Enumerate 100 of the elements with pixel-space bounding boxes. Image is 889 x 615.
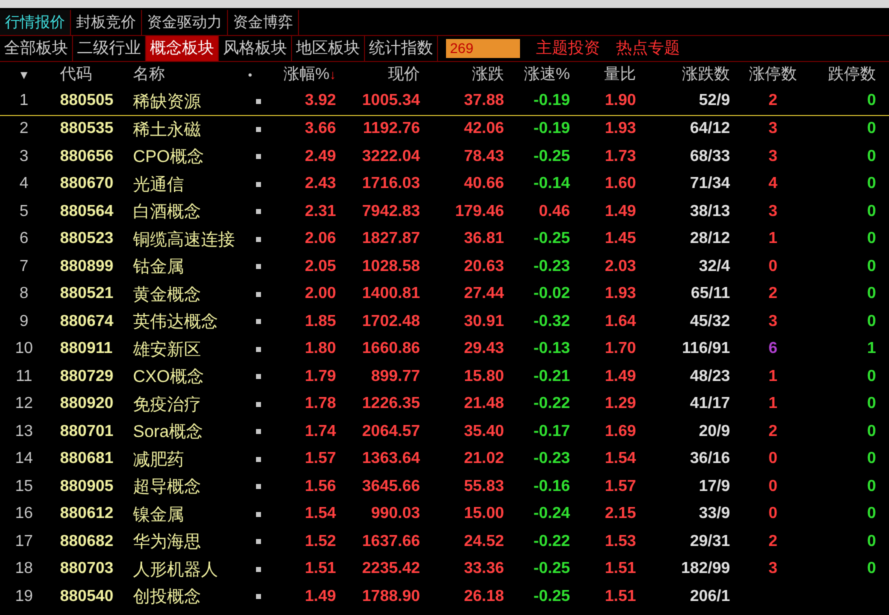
table-row[interactable]: 16 880612 镍金属 1.54 990.03 15.00 -0.24 2.15 33/9 0 0 bbox=[0, 500, 889, 528]
table-row[interactable]: 4 880670 光通信 2.43 1716.03 40.66 -0.14 1.60 71/34 4 0 bbox=[0, 170, 889, 198]
table-cell-text: 3 bbox=[768, 559, 778, 580]
topic-link[interactable]: 热点专题 bbox=[616, 36, 680, 60]
top-tab[interactable]: 资金驱动力 bbox=[142, 10, 228, 35]
category-tab[interactable]: 全部板块 bbox=[0, 36, 73, 61]
sector-code: 880523 bbox=[59, 229, 114, 250]
table-cell-text: -0.13 bbox=[532, 339, 570, 360]
table-cell-text: 1.70 bbox=[604, 339, 636, 360]
top-tab[interactable]: 封板竞价 bbox=[71, 10, 142, 35]
table-cell-text: 0 bbox=[866, 394, 876, 414]
table-cell-text: 2.05 bbox=[304, 256, 336, 277]
marker-icon bbox=[256, 402, 260, 407]
table-cell-text: -0.19 bbox=[532, 91, 570, 112]
table-cell-text: 1028.58 bbox=[361, 256, 420, 277]
column-header: 涨跌数 bbox=[681, 65, 731, 85]
table-cell-text: 1.85 bbox=[304, 312, 336, 332]
table-cell-text: 1.52 bbox=[304, 532, 336, 552]
marker-icon bbox=[256, 209, 260, 214]
table-cell-text: 182/99 bbox=[680, 559, 731, 580]
table-row[interactable]: 9 880674 英伟达概念 1.85 1702.48 30.91 -0.32 1.64 45/32 3 0 bbox=[0, 308, 889, 336]
table-cell-text: 1.53 bbox=[604, 532, 636, 552]
table-row[interactable]: 15 880905 超导概念 1.56 3645.66 55.83 -0.16 1.57 17/9 0 0 bbox=[0, 473, 889, 500]
table-cell-text: 0 bbox=[768, 449, 778, 470]
table-cell-text: 1.51 bbox=[604, 586, 636, 607]
table-cell-text: 42.06 bbox=[462, 119, 504, 140]
sort-indicator: ↓ bbox=[330, 66, 336, 84]
table-row[interactable]: 5 880564 白酒概念 2.31 7942.83 179.46 0.46 1.49 38/13 3 0 bbox=[0, 198, 889, 226]
table-cell-text: 41/17 bbox=[688, 394, 731, 414]
row-number: 16 bbox=[14, 504, 34, 524]
table-cell-text: 65/11 bbox=[690, 284, 731, 304]
row-number: 6 bbox=[18, 229, 30, 250]
table-cell-text: -0.22 bbox=[532, 394, 570, 414]
table-cell-text: 52/9 bbox=[698, 91, 731, 112]
table-cell-text: 0.46 bbox=[538, 202, 570, 222]
table-cell-text: -0.25 bbox=[532, 146, 570, 167]
table-cell-text: 0 bbox=[866, 532, 876, 552]
row-number: 9 bbox=[18, 312, 30, 332]
marker-icon bbox=[256, 236, 260, 242]
table-cell-text: 15.80 bbox=[462, 366, 504, 387]
category-tab[interactable]: 地区板块 bbox=[292, 36, 365, 61]
table-row[interactable]: 19 880540 创投概念 1.49 1788.90 26.18 -0.25 1.51 206/1 bbox=[0, 583, 889, 610]
table-row[interactable]: 10 880911 雄安新区 1.80 1660.86 29.43 -0.13 1.70 116/91 6 1 bbox=[0, 336, 889, 363]
row-number: 3 bbox=[18, 146, 30, 167]
table-row[interactable]: 2 880535 稀土永磁 3.66 1192.76 42.06 -0.19 1.93 64/12 3 0 bbox=[0, 116, 889, 143]
sector-name: 黄金概念 bbox=[132, 284, 202, 306]
table-cell-text: 6 bbox=[768, 339, 778, 360]
table-row[interactable]: 11 880729 CXO概念 1.79 899.77 15.80 -0.21 1.49 48/23 1 0 bbox=[0, 363, 889, 390]
table-row[interactable]: 17 880682 华为海思 1.52 1637.66 24.52 -0.22 1.53 29/31 2 0 bbox=[0, 528, 889, 556]
table-cell-text: 0 bbox=[768, 504, 778, 524]
category-tab[interactable]: 风格板块 bbox=[219, 36, 292, 61]
table-row[interactable]: 18 880703 人形机器人 1.51 2235.42 33.36 -0.25 1.51 182/99 3 0 bbox=[0, 556, 889, 583]
table-cell-text: 1.93 bbox=[604, 119, 636, 140]
table-cell-text: 1.56 bbox=[304, 476, 336, 497]
table-row[interactable]: 8 880521 黄金概念 2.00 1400.81 27.44 -0.02 1.93 65/11 2 0 bbox=[0, 280, 889, 308]
category-tab[interactable]: 概念板块 bbox=[146, 36, 219, 61]
table-cell-text: 0 bbox=[866, 366, 876, 387]
table-row[interactable]: 12 880920 免疫治疗 1.78 1226.35 21.48 -0.22 1.29 41/17 1 0 bbox=[0, 390, 889, 418]
table-cell-text: 1.93 bbox=[604, 284, 636, 304]
table-cell-text: 2.31 bbox=[304, 202, 336, 222]
table-cell-text: 0 bbox=[866, 312, 876, 332]
marker-icon bbox=[256, 154, 260, 160]
table-cell-text: 1.45 bbox=[604, 229, 636, 250]
table-cell-text: -0.25 bbox=[532, 229, 570, 250]
table-cell-text: 2 bbox=[768, 284, 778, 304]
table-row[interactable]: 13 880701 Sora概念 1.74 2064.57 35.40 -0.17 1.69 20/9 2 0 bbox=[0, 418, 889, 446]
table-cell-text: 2 bbox=[768, 422, 778, 442]
topic-link[interactable]: 主题投资 bbox=[536, 36, 600, 60]
table-cell-text: -0.16 bbox=[532, 476, 570, 497]
row-number: 11 bbox=[14, 366, 34, 387]
table-cell-text: 78.43 bbox=[462, 146, 504, 167]
table-cell-text: 2.49 bbox=[304, 146, 336, 167]
table-cell-text: 0 bbox=[866, 174, 876, 194]
table-cell-text: 27.44 bbox=[462, 284, 504, 304]
table-row[interactable]: 6 880523 铜缆高速连接 2.06 1827.87 36.81 -0.25 1.45 28/12 1 0 bbox=[0, 226, 889, 253]
table-cell-text: 21.02 bbox=[462, 449, 504, 470]
top-tab[interactable]: 资金博弈 bbox=[228, 10, 299, 35]
sector-code: 880564 bbox=[59, 202, 114, 222]
table-row[interactable]: 1 880505 稀缺资源 3.92 1005.34 37.88 -0.19 1.90 52/9 2 0 bbox=[0, 88, 889, 116]
sector-name: 白酒概念 bbox=[132, 201, 202, 223]
table-cell-text: 2235.42 bbox=[361, 559, 420, 580]
category-tab[interactable]: 统计指数 bbox=[365, 36, 438, 61]
table-row[interactable]: 7 880899 钴金属 2.05 1028.58 20.63 -0.23 2.03 32/4 0 0 bbox=[0, 253, 889, 280]
top-tab[interactable]: 行情报价 bbox=[0, 10, 71, 35]
menu-caret[interactable]: ▼ bbox=[0, 66, 48, 84]
marker-icon bbox=[256, 374, 260, 380]
table-cell-text: 2064.57 bbox=[361, 422, 420, 442]
marker-icon bbox=[256, 429, 260, 434]
table-row[interactable]: 3 880656 CPO概念 2.49 3222.04 78.43 -0.25 1.73 68/33 3 0 bbox=[0, 143, 889, 170]
table-cell-text: -0.23 bbox=[532, 449, 570, 470]
table-cell-text: 1.69 bbox=[604, 422, 636, 442]
table-row[interactable]: 14 880681 减肥药 1.57 1363.64 21.02 -0.23 1.54 36/16 0 0 bbox=[0, 446, 889, 473]
sector-code: 880682 bbox=[59, 532, 114, 552]
table-cell-text: 32/4 bbox=[698, 256, 731, 277]
table-cell-text: 0 bbox=[768, 476, 778, 497]
sector-code: 880899 bbox=[59, 256, 114, 277]
sector-name: 英伟达概念 bbox=[132, 311, 219, 333]
sector-code: 880505 bbox=[59, 91, 114, 112]
marker-icon bbox=[256, 539, 260, 544]
table-cell-text: 15.00 bbox=[462, 504, 504, 524]
